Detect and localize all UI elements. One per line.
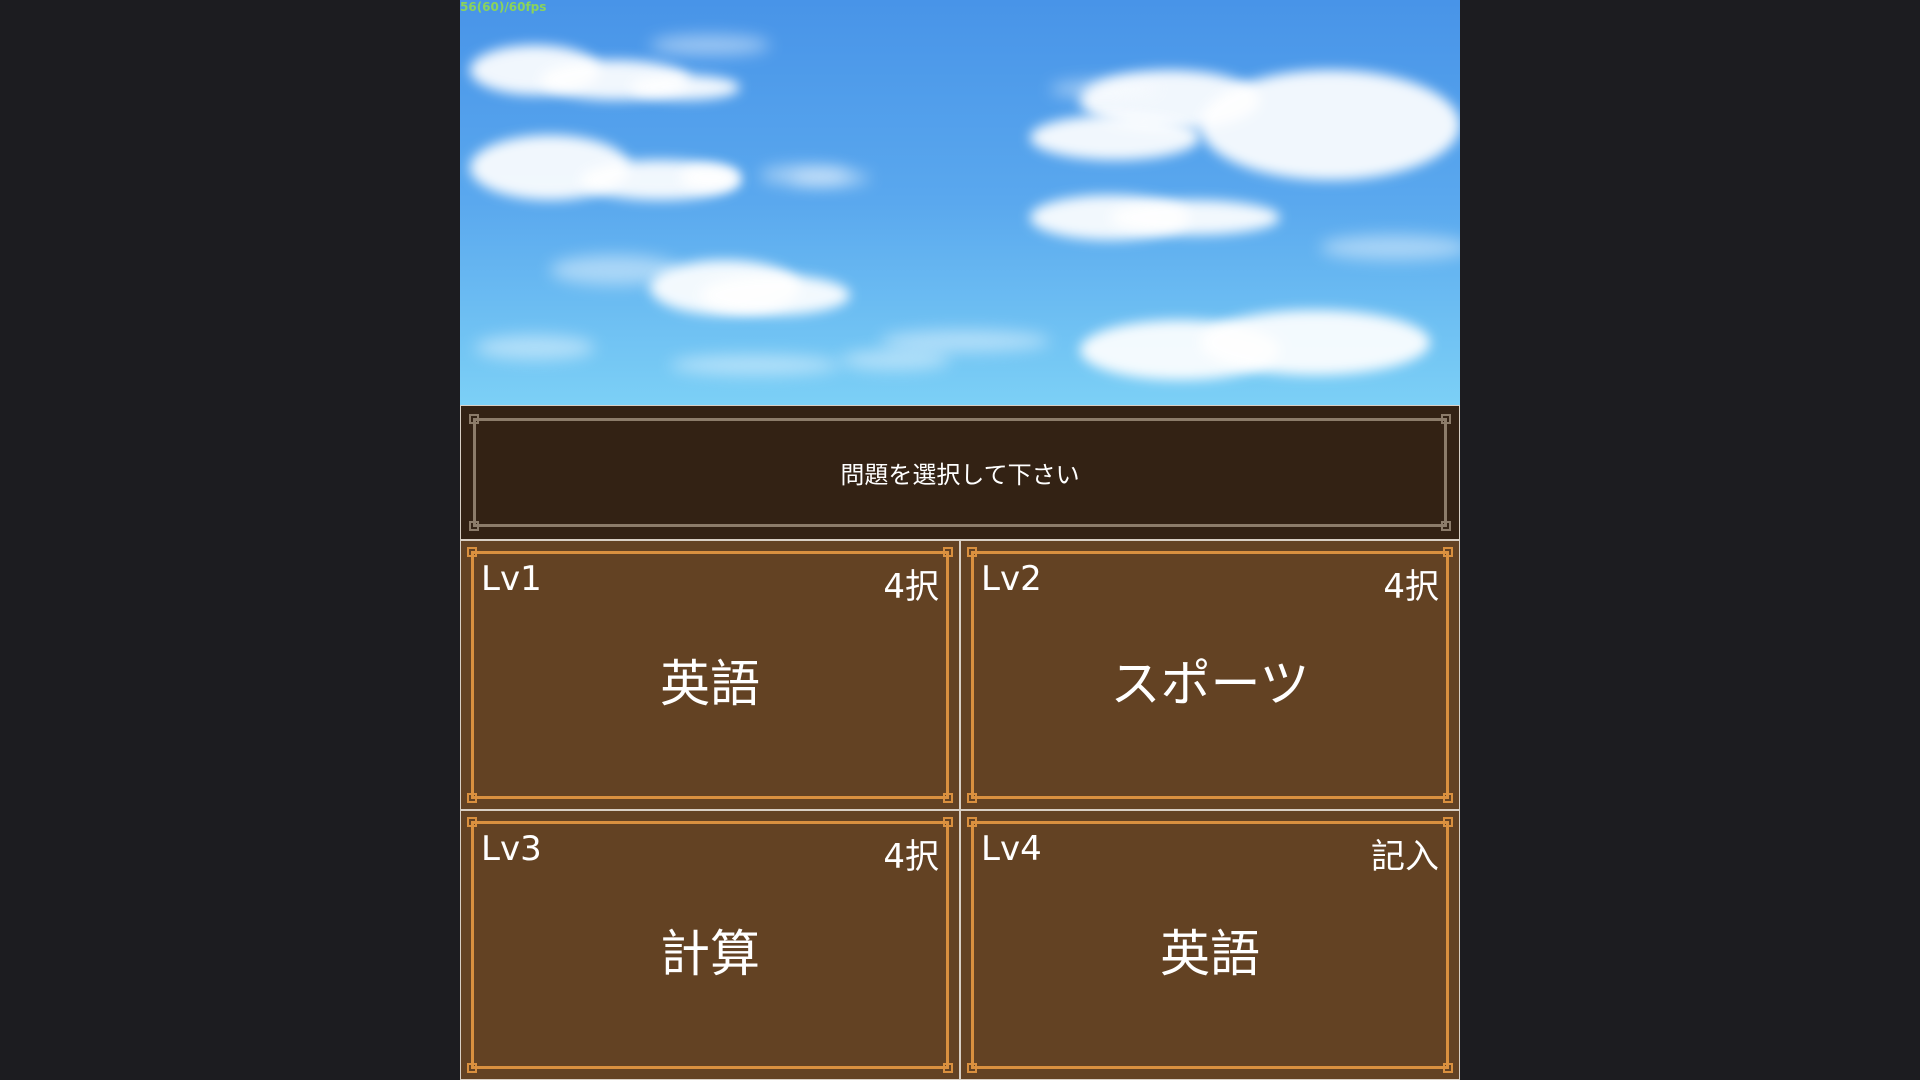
game-screen: 56(60)/60fps 問題を選択して下さい Lv1 4択 英語 Lv2 4択… <box>460 0 1460 1080</box>
choice-genre: スポーツ <box>1110 655 1310 713</box>
choice-button-2[interactable]: Lv2 4択 スポーツ <box>960 540 1460 810</box>
choice-button-4[interactable]: Lv4 記入 英語 <box>960 810 1460 1080</box>
sky-background <box>460 0 1460 405</box>
choice-genre: 計算 <box>660 925 760 983</box>
prompt-panel: 問題を選択して下さい <box>460 405 1460 540</box>
choice-button-1[interactable]: Lv1 4択 英語 <box>460 540 960 810</box>
choice-genre: 英語 <box>1160 925 1260 983</box>
prompt-text: 問題を選択して下さい <box>840 461 1080 489</box>
choice-genre: 英語 <box>660 655 760 713</box>
choice-button-3[interactable]: Lv3 4択 計算 <box>460 810 960 1080</box>
fps-counter: 56(60)/60fps <box>460 0 547 14</box>
